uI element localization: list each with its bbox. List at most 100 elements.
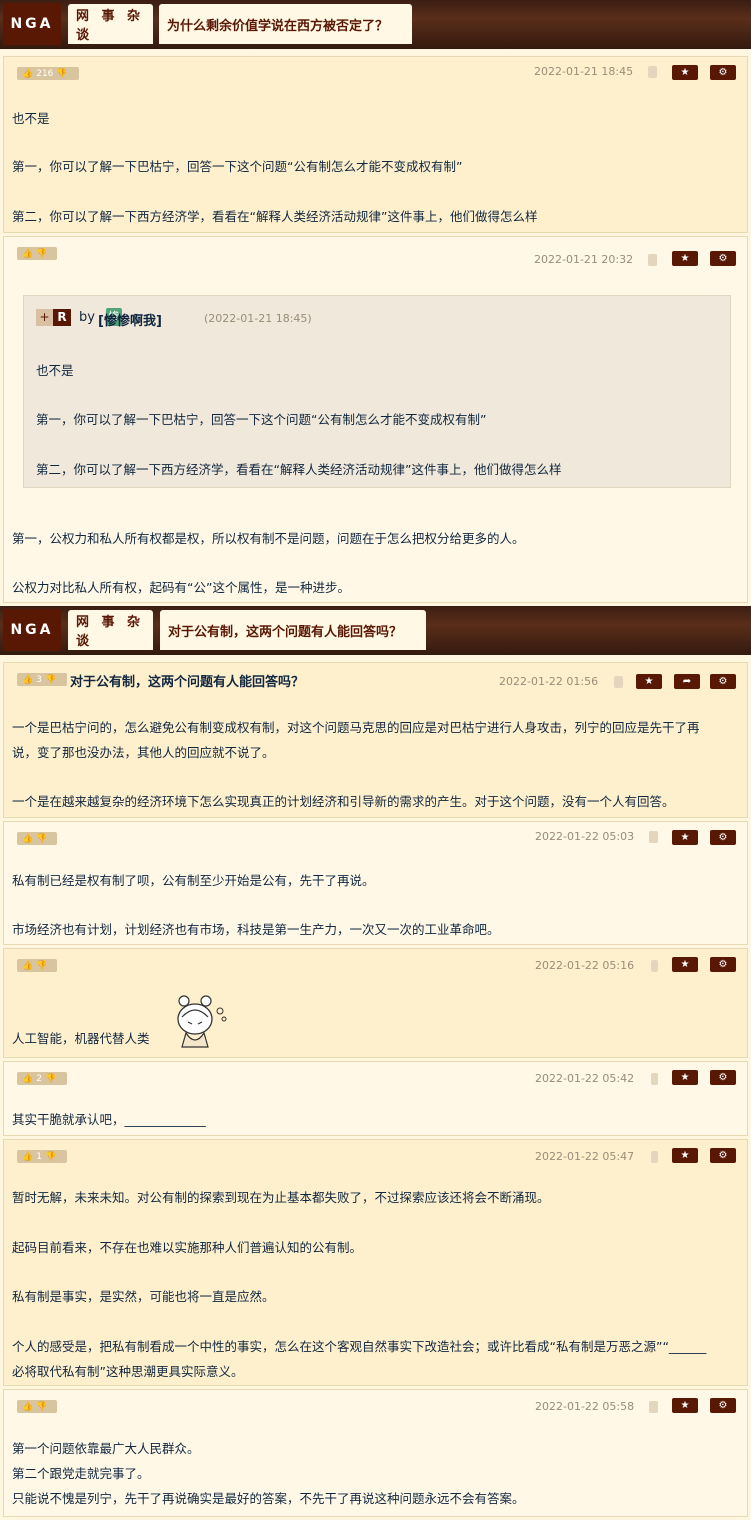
share-button[interactable]: ➦ [674,674,700,689]
reply-post: 👍 👎 2022-01-22 05:16 ★ ⚙ 人工智能，机器代替人类 [3,948,748,1058]
thumbs-down-icon[interactable]: 👎 [45,675,56,685]
post-line: 一个是在越来越复杂的经济环境下怎么实现真正的计划经济和引导新的需求的产生。对于这… [12,794,675,809]
vote-box[interactable]: 👍 👎 [17,1400,57,1413]
post-line: 市场经济也有计划，计划经济也有市场，科技是第一生产力，一次又一次的工业革命吧。 [12,922,500,937]
thumbs-down-icon[interactable]: 👎 [36,249,47,259]
thumbs-up-icon[interactable]: 👍 [22,69,33,79]
quote-line: 第二，你可以了解一下西方经济学，看看在“解释人类经济活动规律”这件事上，他们做得… [36,462,562,477]
post-time: 2022-01-22 05:58 [535,1400,635,1413]
post-time: 2022-01-22 05:16 [535,959,635,972]
android-icon [648,254,657,266]
vote-box[interactable]: 👍 1 👎 [17,1150,67,1163]
thumbs-up-icon[interactable]: 👍 [22,1402,33,1412]
vote-box[interactable]: 👍 2 👎 [17,1072,67,1085]
reply-post: 👍 👎 2022-01-21 20:32 ★ ⚙ + R by 惨 [惨惨啊我] … [3,236,748,603]
post-line: 第一，你可以了解一下巴枯宁，回答一下这个问题“公有制怎么才能不变成权有制” [12,159,463,174]
quote-line: 也不是 [36,363,74,378]
reply-post: 👍 1 👎 2022-01-22 05:47 ★ ⚙ 暂时无解，未来未知。对公有制的… [3,1139,748,1386]
post-line: 第一，公权力和私人所有权都是权，所以权有制不是问题，问题在于怎么把权分给更多的人… [12,531,525,546]
post-line: 个人的感受是，把私有制看成一个中性的事实，怎么在这个客观自然事实下改造社会；或许… [12,1339,707,1354]
star-button[interactable]: ★ [672,65,698,80]
post-line: 第二个跟党走就完事了。 [12,1466,150,1481]
star-button[interactable]: ★ [672,830,698,845]
post-line: 只能说不愧是列宁，先干了再说确实是最好的答案，不先干了再说这种问题永远不会有答案… [12,1491,525,1506]
star-button[interactable]: ★ [636,674,662,689]
thumbs-up-icon[interactable]: 👍 [22,1074,33,1084]
reply-post: 👍 👎 2022-01-22 05:58 ★ ⚙ 第一个问题依靠最广大人民群众。 … [3,1389,748,1517]
reply-tag[interactable]: R [53,309,71,326]
post-line: 暂时无解，未来未知。对公有制的探索到现在为止基本都失败了，不过探索应该还将会不断… [12,1190,550,1205]
post-line: 私有制是事实，是实然，可能也将一直是应然。 [12,1289,275,1304]
post-line: 一个是巴枯宁问的，怎么避免公有制变成权有制，对这个问题马克思的回应是对巴枯宁进行… [12,720,700,735]
thumbs-down-icon[interactable]: 👎 [56,69,67,79]
breadcrumb-thread-title[interactable]: 为什么剩余价值学说在西方被否定了？ [159,4,412,44]
star-button[interactable]: ★ [672,1398,698,1413]
vote-box[interactable]: 👍 👎 [17,247,57,260]
plus-tag[interactable]: + [36,309,53,326]
thumbs-down-icon[interactable]: 👎 [45,1152,56,1162]
quote-time: (2022-01-21 18:45) [204,312,312,325]
nga-logo[interactable]: NGA [3,3,61,45]
top-nav-bar: NGA 网 事 杂 谈 为什么剩余价值学说在西方被否定了？ [0,0,751,53]
vote-box[interactable]: 👍 👎 [17,832,57,845]
settings-button[interactable]: ⚙ [710,251,736,266]
settings-button[interactable]: ⚙ [710,1398,736,1413]
phone-icon [651,1073,658,1085]
settings-button[interactable]: ⚙ [710,1070,736,1085]
breadcrumb-forum[interactable]: 网 事 杂 谈 [68,4,153,44]
post-time: 2022-01-21 18:45 [534,65,634,78]
post-time: 2022-01-22 05:03 [535,830,635,843]
post-title: 对于公有制，这两个问题有人能回答吗？ [70,675,305,690]
breadcrumb-forum[interactable]: 网 事 杂 谈 [68,610,153,650]
quoted-username[interactable]: [惨惨啊我] [98,310,162,329]
post-time: 2022-01-22 05:42 [535,1072,635,1085]
breadcrumb-thread-title[interactable]: 对于公有制，这两个问题有人能回答吗？ [160,610,426,650]
quote-line: 第一，你可以了解一下巴枯宁，回答一下这个问题“公有制怎么才能不变成权有制” [36,412,487,427]
post-line: 第一个问题依靠最广大人民群众。 [12,1441,200,1456]
post-time: 2022-01-22 05:47 [535,1150,635,1163]
android-icon [649,831,658,843]
settings-button[interactable]: ⚙ [710,957,736,972]
thumbs-up-icon[interactable]: 👍 [22,249,33,259]
post-line: 也不是 [12,111,50,126]
thumbs-up-icon[interactable]: 👍 [22,1152,33,1162]
settings-button[interactable]: ⚙ [710,1148,736,1163]
post-line: 私有制已经是权有制了呗，公有制至少开始是公有，先干了再说。 [12,873,375,888]
android-icon [649,1401,658,1413]
nga-logo[interactable]: NGA [3,609,61,651]
thumbs-up-icon[interactable]: 👍 [22,834,33,844]
settings-button[interactable]: ⚙ [710,674,736,689]
settings-button[interactable]: ⚙ [710,830,736,845]
reply-post: 👍 2 👎 2022-01-22 05:42 ★ ⚙ 其实干脆就承认吧，______… [3,1061,748,1136]
thumbs-down-icon[interactable]: 👎 [36,1402,47,1412]
phone-icon [651,960,658,972]
post-line: 其实干脆就承认吧，_____________ [12,1112,206,1127]
post-line: 必将取代私有制”这种思潮更具实际意义。 [12,1364,244,1379]
android-icon [648,66,657,78]
post-time: 2022-01-21 20:32 [534,253,634,266]
vote-box[interactable]: 👍 3 👎 [17,673,67,686]
post-time: 2022-01-22 01:56 [499,675,599,688]
star-button[interactable]: ★ [672,251,698,266]
top-nav-bar: NGA 网 事 杂 谈 对于公有制，这两个问题有人能回答吗？ [0,606,751,659]
cartoon-sticker-icon [177,995,227,1048]
post-line: 公权力对比私人所有权，起码有“公”这个属性，是一种进步。 [12,580,350,595]
vote-box[interactable]: 👍 👎 [17,959,57,972]
star-button[interactable]: ★ [672,1148,698,1163]
vote-box[interactable]: 👍 216 👎 [17,67,79,80]
post-line: 第二，你可以了解一下西方经济学，看看在“解释人类经济活动规律”这件事上，他们做得… [12,209,538,224]
thumbs-down-icon[interactable]: 👎 [45,1074,56,1084]
thumbs-up-icon[interactable]: 👍 [22,675,33,685]
thumbs-up-icon[interactable]: 👍 [22,961,33,971]
settings-button[interactable]: ⚙ [710,65,736,80]
quote-tag[interactable]: + R [36,309,71,326]
star-button[interactable]: ★ [672,1070,698,1085]
star-button[interactable]: ★ [672,957,698,972]
phone-icon [651,1151,658,1163]
thumbs-down-icon[interactable]: 👎 [36,961,47,971]
quote-by: by [79,310,95,325]
post-line: 起码目前看来，不存在也难以实施那种人们普遍认知的公有制。 [12,1240,363,1255]
reply-post: 👍 216 👎 2022-01-21 18:45 ★ ⚙ 也不是 第一，你可以了解一… [3,56,748,233]
post-line: 说，变了那也没办法，其他人的回应就不说了。 [12,745,275,760]
thumbs-down-icon[interactable]: 👎 [36,834,47,844]
